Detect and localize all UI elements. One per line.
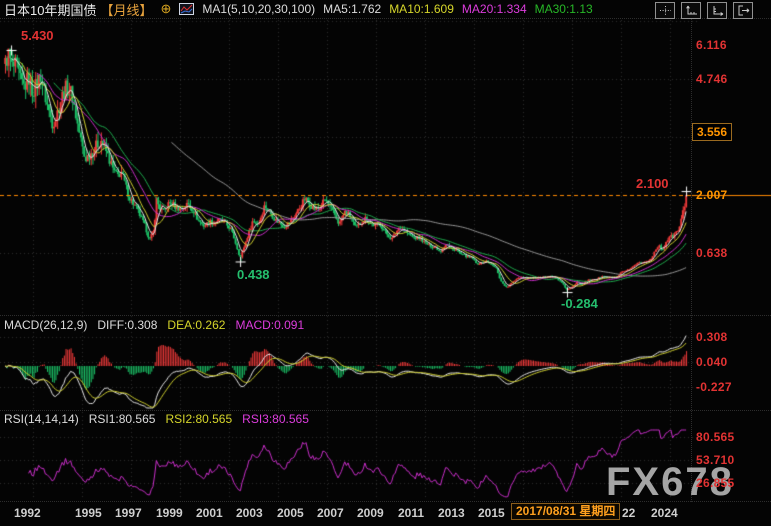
macd-settings-label[interactable]: MACD(26,12,9) — [4, 318, 87, 332]
chart-canvas[interactable] — [0, 0, 771, 526]
time-axis-label: 1997 — [115, 506, 142, 520]
low-2003-annotation: 0.438 — [237, 267, 270, 282]
rsi-panel-divider — [0, 410, 771, 411]
rsi-axis-label: 80.565 — [696, 430, 735, 444]
time-axis-label: 2005 — [277, 506, 304, 520]
last-price-label: 2.007 — [696, 188, 728, 202]
crosshair-icon[interactable] — [655, 2, 675, 19]
time-axis-label: 2007 — [317, 506, 344, 520]
time-axis-label: 1992 — [14, 506, 41, 520]
instrument-title: 日本10年期国债 — [4, 0, 96, 19]
rsi1-value: RSI1:80.565 — [89, 412, 156, 426]
time-axis-label: 2011 — [398, 506, 424, 520]
ma20-value: MA20:1.334 — [462, 2, 527, 16]
chart-type-icon[interactable] — [179, 3, 194, 15]
time-axis-label: 2013 — [438, 506, 465, 520]
macd-header: MACD(26,12,9) DIFF:0.308 DEA:0.262 MACD:… — [4, 318, 304, 332]
time-axis-label: 2009 — [357, 506, 384, 520]
zoom-in-axis-icon[interactable] — [681, 2, 701, 19]
time-axis-label: 2001 — [196, 506, 223, 520]
macd-axis-label: -0.227 — [696, 380, 732, 394]
rsi2-value: RSI2:80.565 — [165, 412, 232, 426]
time-axis-label: 2003 — [236, 506, 263, 520]
price-axis-label: 6.116 — [696, 38, 727, 52]
exit-chart-icon[interactable] — [733, 2, 753, 19]
chart-toolbar — [655, 2, 753, 19]
macd-diff-value: DIFF:0.308 — [97, 318, 157, 332]
ma-settings-label: MA1(5,10,20,30,100) — [202, 2, 315, 16]
time-axis-label: 1995 — [75, 506, 102, 520]
axis-divider — [691, 19, 692, 502]
ma5-value: MA5:1.762 — [323, 2, 381, 16]
ma30-value: MA30:1.13 — [535, 2, 593, 16]
rsi-settings-label[interactable]: RSI(14,14,14) — [4, 412, 79, 426]
time-axis-label: 2015 — [478, 506, 505, 520]
high-annotation: 5.430 — [21, 28, 54, 43]
crosshair-date-label: 2017/08/31 星期四 — [511, 503, 620, 520]
time-axis-label: 1999 — [156, 506, 183, 520]
ma10-value: MA10:1.609 — [389, 2, 454, 16]
rsi-axis-label: 26.855 — [696, 476, 735, 490]
low-2019-annotation: -0.284 — [561, 296, 598, 311]
price-axis-label: 0.638 — [696, 246, 728, 260]
price-axis-label: 4.746 — [696, 72, 728, 86]
rsi3-value: RSI3:80.565 — [242, 412, 309, 426]
add-indicator-icon[interactable]: ⊕ — [160, 3, 171, 15]
macd-panel-divider — [0, 315, 771, 316]
time-axis-label: 2024 — [651, 506, 678, 520]
macd-axis-label: 0.308 — [696, 330, 728, 344]
rsi-header: RSI(14,14,14) RSI1:80.565 RSI2:80.565 RS… — [4, 412, 309, 426]
zoom-out-axis-icon[interactable] — [707, 2, 727, 19]
macd-dea-value: DEA:0.262 — [167, 318, 225, 332]
macd-axis-label: 0.040 — [696, 355, 728, 369]
crosshair-price-label: 3.556 — [692, 123, 732, 141]
chart-window: 日本10年期国债 【月线】 ⊕ MA1(5,10,20,30,100) MA5:… — [0, 0, 771, 526]
rsi-axis-label: 53.710 — [696, 453, 735, 467]
timeframe-label[interactable]: 【月线】 — [100, 0, 152, 19]
time-axis-label: 22 — [622, 506, 635, 520]
recent-high-annotation: 2.100 — [636, 176, 669, 191]
macd-value: MACD:0.091 — [235, 318, 304, 332]
